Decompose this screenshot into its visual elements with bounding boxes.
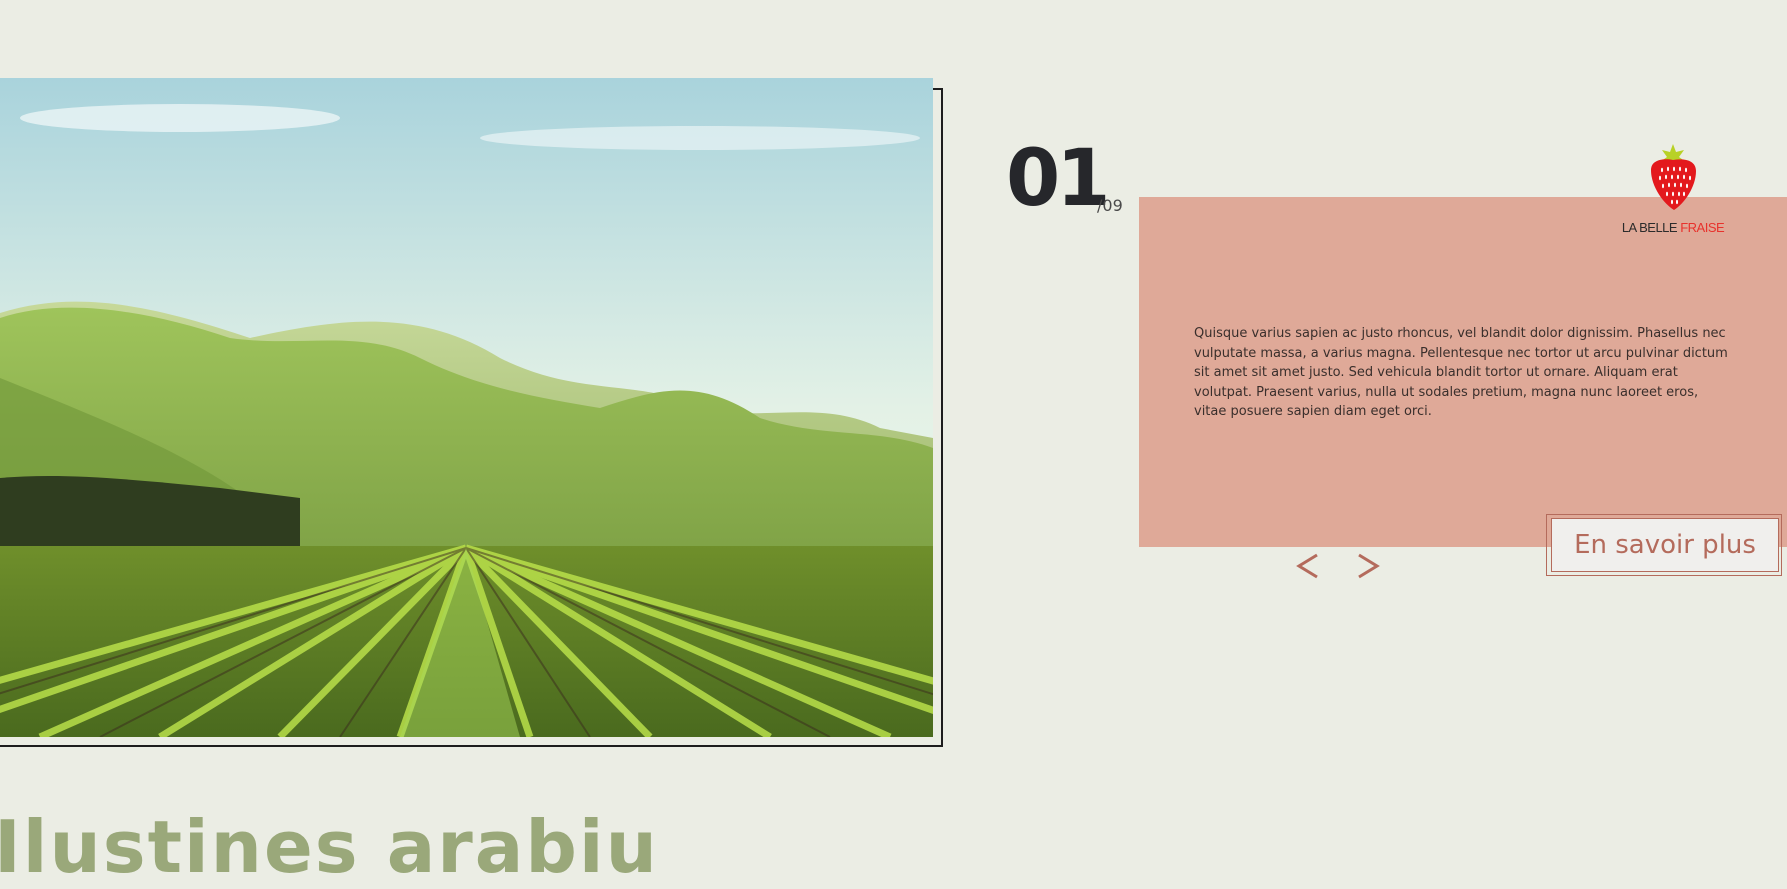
card-body-text: Quisque varius sapien ac justo rhoncus, …: [1194, 326, 1728, 419]
prev-slide-button[interactable]: [1291, 548, 1327, 584]
chevron-left-icon: [1296, 553, 1318, 579]
learn-more-button[interactable]: En savoir plus: [1551, 518, 1779, 572]
strawberry-icon: [1651, 144, 1696, 210]
slide-counter-total: /09: [1097, 196, 1123, 215]
brand-logo[interactable]: LA BELLE FRAISE: [1618, 140, 1728, 240]
section-heading: Ilustines arabiu: [0, 805, 659, 889]
next-slide-button[interactable]: [1349, 548, 1385, 584]
slide-counter-current: 01: [1006, 134, 1111, 224]
brand-name: LA BELLE FRAISE: [1621, 220, 1725, 235]
chevron-right-icon: [1358, 553, 1380, 579]
vineyard-photo: [0, 78, 933, 737]
